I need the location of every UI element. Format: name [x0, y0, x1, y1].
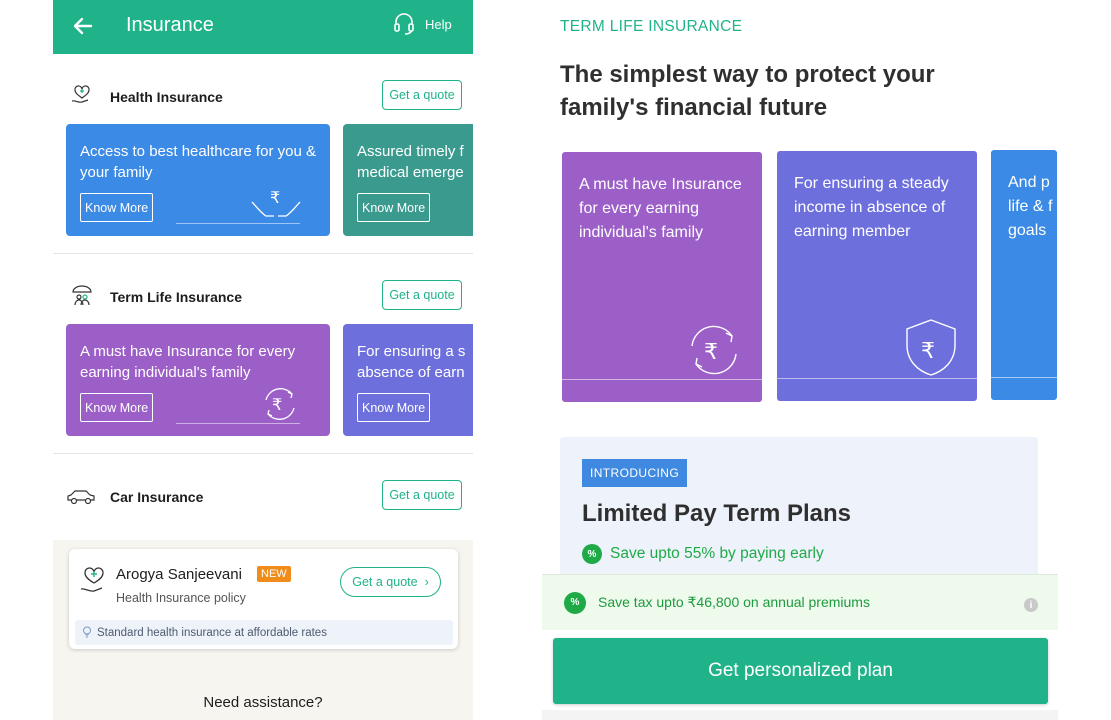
term-life-screen: TERM LIFE INSURANCE The simplest way to …: [540, 0, 1070, 720]
bulb-icon: [83, 626, 91, 638]
promo-card[interactable]: A must have Insurance for every earning …: [66, 324, 330, 436]
new-badge: NEW: [257, 566, 291, 582]
bottom-edge: [542, 710, 1058, 720]
feature-card[interactable]: For ensuring a steady income in absence …: [777, 151, 977, 401]
health-icon: [71, 85, 90, 103]
get-quote-button[interactable]: Get a quote ›: [340, 567, 441, 597]
health-icon: [80, 567, 104, 592]
card-text: And p life & f goals: [1008, 174, 1053, 239]
shield-rupee-icon: ₹: [906, 319, 956, 376]
headset-icon: [394, 13, 414, 35]
app-bar: Insurance Help: [53, 0, 473, 54]
eyebrow-label: TERM LIFE INSURANCE: [560, 18, 743, 35]
card-divider: [991, 377, 1057, 378]
info-icon[interactable]: i: [1024, 598, 1038, 612]
card-text: Assured timely f medical emerge: [357, 143, 464, 181]
promo-card[interactable]: Assured timely f medical emerge Know Mor…: [343, 124, 473, 236]
section-title: Health Insurance: [110, 89, 223, 105]
savings-line: % Save upto 55% by paying early: [582, 544, 824, 564]
card-text: A must have Insurance for every earning …: [80, 343, 296, 381]
know-more-button[interactable]: Know More: [357, 193, 431, 222]
get-quote-button[interactable]: Get a quote: [382, 480, 462, 510]
savings-text: Save upto 55% by paying early: [610, 545, 824, 562]
percent-icon: %: [564, 591, 586, 614]
rupee-hands-icon: ₹: [251, 188, 301, 217]
umbrella-family-icon: [72, 285, 92, 306]
tax-text: Save tax upto ₹46,800 on annual premiums: [598, 594, 870, 610]
info-text: Standard health insurance at affordable …: [97, 626, 327, 639]
need-assistance-heading: Need assistance?: [203, 694, 323, 711]
arogya-sanjeevani-card[interactable]: Arogya Sanjeevani NEW Health Insurance p…: [69, 549, 458, 649]
card-text: Access to best healthcare for you & your…: [80, 143, 316, 181]
svg-text:₹: ₹: [921, 339, 935, 364]
promo-card[interactable]: For ensuring a s absence of earn Know Mo…: [343, 324, 473, 436]
percent-icon: %: [582, 544, 602, 564]
feature-card[interactable]: A must have Insurance for every earning …: [562, 152, 762, 402]
promo-card[interactable]: Access to best healthcare for you & your…: [66, 124, 330, 236]
section-title: Term Life Insurance: [110, 289, 243, 305]
car-insurance-section: Car Insurance Get a quote: [53, 480, 473, 516]
know-more-button[interactable]: Know More: [80, 193, 154, 222]
divider: [53, 453, 473, 454]
bottom-panel: Arogya Sanjeevani NEW Health Insurance p…: [53, 540, 473, 720]
svg-text:₹: ₹: [270, 188, 280, 207]
limited-pay-promo: INTRODUCING Limited Pay Term Plans % Sav…: [560, 437, 1038, 577]
car-icon: [67, 490, 95, 505]
promo-title: Limited Pay Term Plans: [582, 500, 851, 527]
know-more-button[interactable]: Know More: [80, 393, 154, 422]
help-button[interactable]: Help: [393, 12, 452, 36]
get-quote-button[interactable]: Get a quote: [382, 80, 462, 110]
card-text: For ensuring a steady income in absence …: [794, 175, 949, 240]
insurance-screen: Insurance Help Health Insurance Get a qu…: [53, 0, 473, 720]
button-label: Get a quote: [352, 575, 418, 589]
page-title: Insurance: [126, 14, 214, 36]
health-insurance-section: Health Insurance Get a quote Access to b…: [53, 80, 473, 236]
know-more-button[interactable]: Know More: [357, 393, 431, 422]
help-label: Help: [425, 16, 452, 32]
rupee-cycle-icon: ₹: [265, 388, 295, 420]
card-text: A must have Insurance for every earning …: [579, 176, 742, 241]
page-headline: The simplest way to protect your family'…: [560, 61, 935, 121]
feature-card[interactable]: And p life & f goals: [991, 150, 1057, 400]
chevron-right-icon: ›: [424, 575, 429, 589]
tax-savings-banner: % Save tax upto ₹46,800 on annual premiu…: [542, 574, 1058, 630]
introducing-badge: INTRODUCING: [582, 459, 688, 487]
divider: [53, 253, 473, 254]
term-life-section: Term Life Insurance Get a quote A must h…: [53, 280, 473, 436]
plan-name: Arogya Sanjeevani: [116, 566, 242, 583]
get-personalized-plan-button[interactable]: Get personalized plan: [553, 638, 1048, 704]
plan-subtitle: Health Insurance policy: [116, 591, 246, 605]
get-quote-button[interactable]: Get a quote: [382, 280, 462, 310]
svg-text:₹: ₹: [704, 340, 718, 365]
rupee-cycle-icon: ₹: [691, 325, 737, 375]
back-arrow-icon[interactable]: [71, 14, 95, 38]
section-title: Car Insurance: [110, 489, 204, 505]
card-text: For ensuring a s absence of earn: [357, 343, 466, 381]
svg-text:₹: ₹: [272, 395, 282, 414]
info-strip: Standard health insurance at affordable …: [75, 620, 453, 645]
